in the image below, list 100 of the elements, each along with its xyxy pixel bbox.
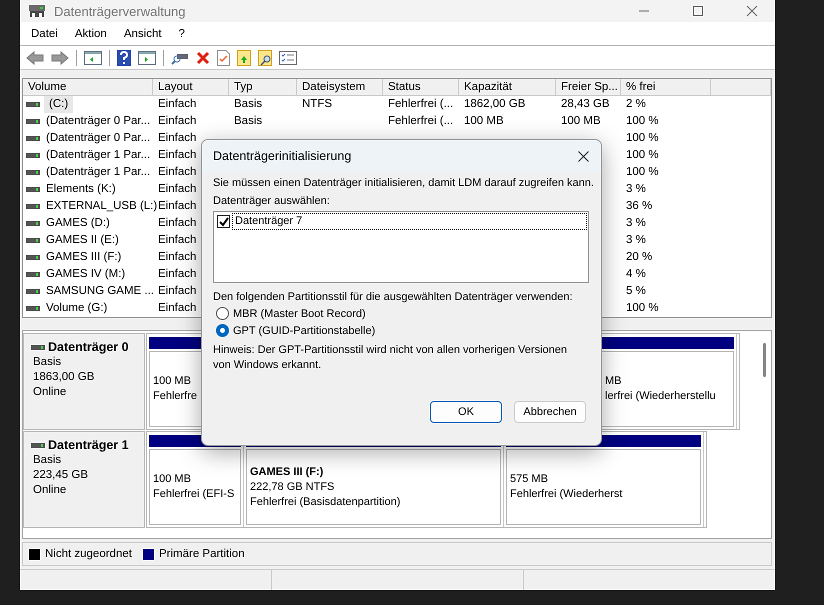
disk-list[interactable]: Datenträger 7: [213, 211, 589, 283]
partition-info: 100 MB: [153, 374, 192, 389]
help-icon[interactable]: [117, 50, 131, 66]
column-header[interactable]: Typ: [229, 79, 297, 96]
pane-icon[interactable]: [138, 50, 156, 64]
table-cell: Einfach: [158, 183, 196, 195]
table-cell: 20 %: [626, 251, 652, 263]
table-cell: Einfach: [158, 132, 196, 144]
table-cell: 100 %: [626, 302, 659, 314]
drive-label[interactable]: GAMES (D:): [44, 215, 112, 232]
disk-name: Datenträger 0: [48, 340, 129, 355]
table-cell: Einfach: [158, 98, 196, 110]
drive-label[interactable]: GAMES II (E:): [44, 232, 121, 249]
drive-label[interactable]: GAMES IV (M:): [44, 266, 128, 283]
partition-info: Fehlerfrei (Basisdatenpartition): [250, 494, 402, 510]
column-header[interactable]: Kapazität: [459, 79, 556, 96]
table-cell: 100 %: [626, 115, 659, 127]
column-header[interactable]: Freier Sp...: [556, 79, 621, 96]
back-arrow-icon[interactable]: [26, 50, 44, 64]
table-cell: 3 %: [626, 183, 646, 195]
table-cell: 36 %: [626, 200, 652, 212]
partition-info: MB: [605, 374, 622, 389]
drive-label[interactable]: SAMSUNG GAME ...: [44, 283, 156, 300]
drive-icon: [26, 289, 40, 294]
table-cell: Basis: [234, 115, 262, 127]
drive-label[interactable]: (Datenträger 1 Par...: [44, 164, 152, 181]
folder-up-icon[interactable]: [237, 50, 251, 66]
table-cell: 100 MB: [464, 115, 504, 127]
table-cell: Fehlerfrei (...: [388, 98, 454, 110]
forward-arrow-icon[interactable]: [51, 50, 69, 64]
drive-label[interactable]: Elements (K:): [44, 181, 118, 198]
partition-block[interactable]: 575 MB Fehlerfrei (Wiederherst: [506, 449, 701, 525]
table-cell: Einfach: [158, 200, 196, 212]
column-header[interactable]: Layout: [153, 79, 229, 96]
partition-info: Fehlerfre: [153, 389, 198, 404]
menu-item[interactable]: ?: [178, 28, 185, 40]
column-header[interactable]: % frei: [621, 79, 711, 96]
disk-type: Basis: [33, 453, 62, 468]
drive-label[interactable]: EXTERNAL_USB (L:): [44, 198, 160, 215]
drive-icon: [26, 272, 40, 277]
drive-label[interactable]: (Datenträger 1 Par...: [44, 147, 152, 164]
disk-drive-icon: [28, 4, 46, 18]
disk-type: Basis: [33, 355, 62, 370]
drive-label[interactable]: (Datenträger 0 Par...: [44, 130, 152, 147]
drive-label[interactable]: (C:): [44, 96, 74, 113]
radio-label[interactable]: MBR (Master Boot Record): [233, 308, 366, 320]
maximize-icon[interactable]: [692, 5, 704, 17]
legend-label: Nicht zugeordnet: [45, 548, 132, 560]
partition-title: GAMES III (F:): [250, 464, 324, 480]
partition-block[interactable]: 100 MB Fehlerfrei (EFI-S: [149, 449, 241, 525]
pane-icon[interactable]: [84, 50, 102, 64]
drive-icon: [26, 238, 40, 243]
drive-label[interactable]: Volume (G:): [44, 300, 110, 317]
partition-info: lerfrei (Wiederherstellu: [605, 389, 717, 404]
drive-icon: [26, 306, 40, 311]
disk-status: Online: [33, 483, 68, 498]
drive-label[interactable]: (Datenträger 0 Par...: [44, 113, 152, 130]
column-header[interactable]: Volume: [23, 79, 153, 96]
table-cell: 100 %: [626, 166, 659, 178]
partition-block[interactable]: GAMES III (F:) 222,78 GB NTFS Fehlerfrei (Basisdatenpartition): [246, 449, 501, 525]
drive-icon: [31, 345, 45, 350]
partition-info: 575 MB: [510, 472, 549, 487]
scrollbar-thumb[interactable]: [762, 343, 766, 377]
radio-label[interactable]: GPT (GUID-Partitionstabelle): [233, 324, 376, 336]
table-cell: Einfach: [158, 268, 196, 280]
drive-icon: [31, 443, 45, 448]
disk-size: 1863,00 GB: [33, 370, 96, 385]
legend-label: Primäre Partition: [158, 548, 245, 560]
close-icon[interactable]: [578, 150, 589, 162]
table-cell: 2 %: [626, 98, 646, 110]
list-label: Datenträger auswählen:: [213, 195, 331, 207]
list-item[interactable]: Datenträger 7: [232, 213, 587, 230]
drive-icon: [26, 255, 40, 260]
table-cell: Basis: [234, 98, 262, 110]
dialog-button[interactable]: OK: [430, 401, 502, 423]
menu-item[interactable]: Datei: [31, 28, 58, 40]
table-cell: 100 %: [626, 132, 659, 144]
radio-button[interactable]: [216, 324, 229, 337]
menu-item[interactable]: Ansicht: [124, 28, 162, 40]
properties-icon[interactable]: [279, 50, 297, 64]
checkbox[interactable]: [217, 215, 230, 228]
window-title: Datenträgerverwaltung: [54, 4, 186, 18]
disk-info-panel[interactable]: Datenträger 1 Basis 223,45 GB Online: [23, 431, 145, 528]
disk-info-panel[interactable]: Datenträger 0 Basis 1863,00 GB Online: [23, 333, 145, 430]
table-cell: 100 MB: [561, 115, 601, 127]
dialog-button[interactable]: Abbrechen: [514, 401, 586, 423]
drive-label[interactable]: GAMES III (F:): [44, 249, 124, 266]
delete-icon[interactable]: [196, 50, 210, 64]
table-cell: Einfach: [158, 217, 196, 229]
column-header[interactable]: Dateisystem: [297, 79, 383, 96]
column-header[interactable]: Status: [383, 79, 459, 96]
checklist-document-icon[interactable]: [217, 50, 230, 66]
menu-item[interactable]: Aktion: [74, 28, 107, 40]
table-cell: 3 %: [626, 217, 646, 229]
disk-status: Online: [33, 385, 68, 400]
folder-search-icon[interactable]: [258, 50, 272, 66]
partition-info: Fehlerfrei (EFI-S: [153, 487, 236, 502]
drive-icon: [26, 170, 40, 175]
drive-icon: [26, 221, 40, 226]
radio-button[interactable]: [216, 307, 229, 320]
